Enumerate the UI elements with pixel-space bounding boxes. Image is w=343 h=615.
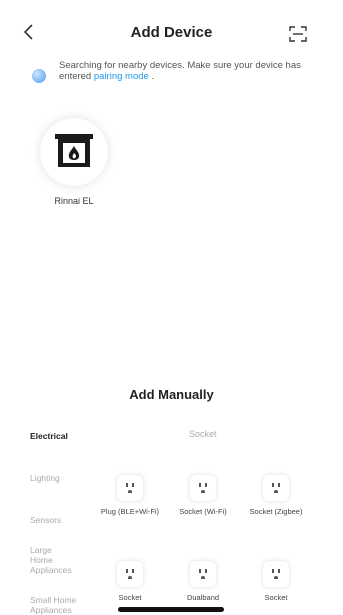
category-electrical[interactable]: Electrical	[30, 431, 68, 441]
device-tile-socket-2[interactable]: Socket	[246, 561, 306, 603]
pairing-mode-link[interactable]: pairing mode	[94, 71, 149, 82]
header: Add Device	[0, 0, 343, 56]
tile-label: Dualband	[186, 593, 220, 602]
tile-label: Socket (Zigbee)	[249, 507, 303, 516]
device-tile-dualband[interactable]: Dualband	[173, 561, 233, 603]
searching-spinner-icon	[32, 69, 46, 83]
category-small-home-appliances[interactable]: Small Home Appliances	[30, 595, 78, 615]
socket-icon	[190, 561, 216, 587]
device-tile-socket-wifi[interactable]: Socket (Wi-Fi)	[173, 475, 233, 517]
device-tile-socket-zigbee[interactable]: Socket (Zigbee)	[246, 475, 306, 517]
fireplace-icon	[55, 134, 93, 167]
socket-icon	[117, 475, 143, 501]
device-avatar	[40, 118, 108, 186]
socket-icon	[263, 561, 289, 587]
tile-label: Socket	[118, 593, 142, 602]
scan-icon[interactable]	[288, 25, 308, 43]
notice-text: Searching for nearby devices. Make sure …	[59, 60, 324, 82]
tile-label: Plug (BLE+Wi-Fi)	[100, 507, 160, 516]
tile-label: Socket	[264, 593, 288, 602]
section-label: Socket	[189, 429, 217, 439]
notice-suffix: .	[151, 71, 155, 82]
category-sensors[interactable]: Sensors	[30, 515, 61, 525]
tile-label: Socket (Wi-Fi)	[179, 507, 227, 516]
socket-icon	[263, 475, 289, 501]
socket-icon	[190, 475, 216, 501]
socket-icon	[117, 561, 143, 587]
category-lighting[interactable]: Lighting	[30, 473, 60, 483]
device-tile-socket[interactable]: Socket	[100, 561, 160, 603]
discovered-device[interactable]: Rinnai EL	[38, 118, 110, 206]
device-name: Rinnai EL	[54, 196, 94, 206]
add-manually-title: Add Manually	[129, 387, 214, 402]
category-large-home-appliances[interactable]: Large Home Appliances	[30, 545, 72, 575]
search-notice: Searching for nearby devices. Make sure …	[32, 60, 322, 90]
device-tile-plug-ble-wifi[interactable]: Plug (BLE+Wi-Fi)	[100, 475, 160, 517]
home-indicator[interactable]	[118, 607, 224, 612]
